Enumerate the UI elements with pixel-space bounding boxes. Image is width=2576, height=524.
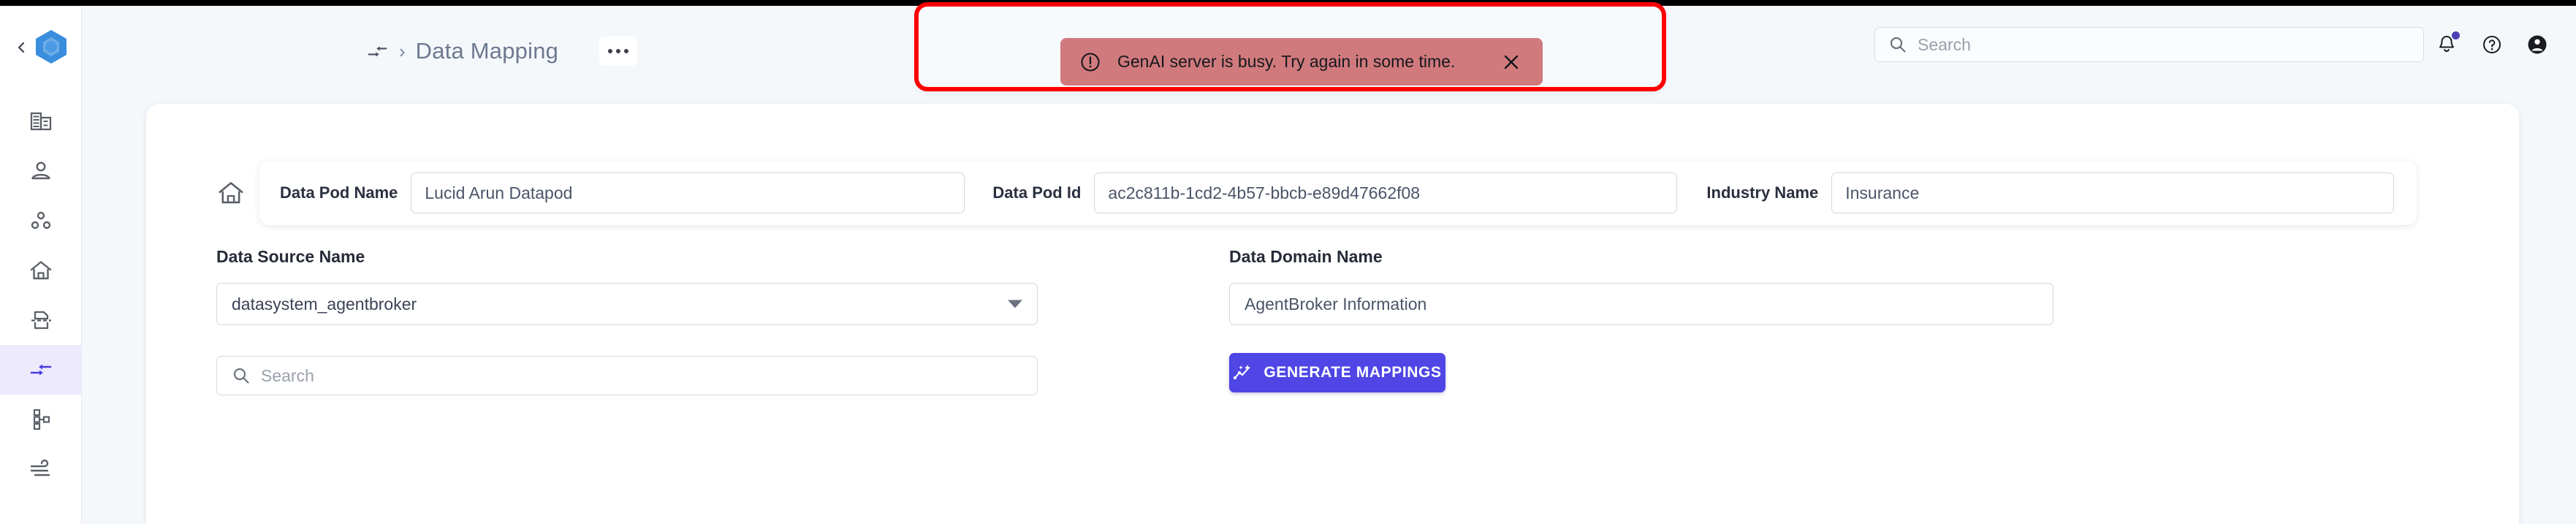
industry-name-input[interactable]: Insurance — [1831, 172, 2395, 213]
hierarchy-tree-icon — [33, 409, 50, 430]
toast-container: GenAI server is busy. Try again in some … — [918, 6, 1663, 89]
pod-info-panel: Data Pod Name Lucid Arun Datapod Data Po… — [259, 161, 2417, 225]
alert-circle-icon — [1081, 53, 1100, 71]
user-profile-icon — [31, 162, 50, 180]
data-mapping-arrows-icon — [30, 364, 51, 376]
industry-name-label: Industry Name — [1706, 183, 1819, 202]
data-pod-name-input[interactable]: Lucid Arun Datapod — [411, 172, 965, 213]
data-domain-name-input[interactable]: AgentBroker Information — [1229, 283, 2053, 325]
document-split-icon — [31, 311, 51, 330]
global-search-placeholder: Search — [1918, 34, 1971, 54]
sidebar-items — [0, 96, 81, 494]
sidebar-item-hierarchy[interactable] — [0, 395, 81, 444]
data-source-name-select[interactable]: datasystem_agentbroker — [216, 283, 1038, 325]
top-black-strip — [0, 0, 2576, 6]
sidebar-header — [0, 0, 81, 94]
field-industry-name: Industry Name Insurance — [1706, 172, 2395, 213]
sparkle-chart-icon — [1234, 365, 1251, 380]
data-pod-id-label: Data Pod Id — [992, 183, 1082, 202]
field-data-pod-name: Data Pod Name Lucid Arun Datapod — [280, 172, 965, 213]
ellipsis-dot — [624, 49, 629, 53]
organization-building-icon — [30, 112, 51, 131]
breadcrumb-more-button[interactable] — [599, 37, 638, 66]
pod-home-button[interactable] — [216, 178, 246, 208]
sidebar-item-data-mapping[interactable] — [0, 345, 81, 395]
help-button[interactable] — [2469, 22, 2515, 67]
toast-message: GenAI server is busy. Try again in some … — [1117, 52, 1456, 71]
sidebar-item-data-flow[interactable] — [0, 444, 81, 494]
field-data-pod-id: Data Pod Id ac2c811b-1cd2-4b57-bbcb-e89d… — [992, 172, 1678, 213]
sidebar-item-clusters[interactable] — [0, 196, 81, 246]
main-content-card: Data Pod Name Lucid Arun Datapod Data Po… — [146, 104, 2519, 524]
close-x-icon — [1504, 55, 1519, 69]
data-source-search-placeholder: Search — [261, 365, 314, 385]
chevron-left-icon[interactable] — [15, 41, 28, 54]
ellipsis-dot — [608, 49, 613, 53]
notification-badge — [2452, 31, 2460, 39]
search-icon — [1890, 37, 1906, 53]
data-domain-column: Data Domain Name AgentBroker Information… — [1229, 247, 2150, 392]
app-logo-hexagon-icon[interactable] — [32, 28, 70, 66]
breadcrumb-separator: › — [399, 40, 406, 62]
generate-mappings-button[interactable]: GENERATE MAPPINGS — [1229, 353, 1445, 392]
data-mapping-arrows-icon — [368, 46, 387, 57]
global-search-input[interactable]: Search — [1874, 27, 2424, 62]
data-pod-id-input[interactable]: ac2c811b-1cd2-4b57-bbcb-e89d47662f08 — [1094, 172, 1678, 213]
error-toast: GenAI server is busy. Try again in some … — [1060, 38, 1543, 86]
chevron-down-icon — [1008, 300, 1022, 308]
ellipsis-dot — [616, 49, 621, 53]
generate-mappings-label: GENERATE MAPPINGS — [1264, 364, 1442, 381]
sidebar — [0, 0, 82, 524]
toast-close-button[interactable] — [1499, 50, 1524, 75]
breadcrumb: › Data Mapping — [367, 37, 638, 66]
sidebar-item-home[interactable] — [0, 246, 81, 295]
data-flow-icon — [30, 459, 50, 476]
header-actions: Search — [1874, 22, 2560, 67]
question-circle-icon — [2483, 36, 2501, 53]
search-icon — [233, 368, 249, 384]
app-root: › Data Mapping Search Data Pod Name Luci… — [0, 0, 2576, 524]
sidebar-item-documents[interactable] — [0, 295, 81, 345]
user-avatar-icon — [2528, 35, 2547, 54]
sidebar-item-organization[interactable] — [0, 96, 81, 146]
sidebar-item-users[interactable] — [0, 146, 81, 196]
nodes-cluster-icon — [31, 211, 50, 229]
data-source-column: Data Source Name datasystem_agentbroker … — [216, 247, 1104, 395]
data-source-name-value: datasystem_agentbroker — [232, 294, 417, 314]
data-domain-name-label: Data Domain Name — [1229, 247, 1383, 266]
home-icon — [30, 261, 51, 280]
data-pod-name-label: Data Pod Name — [280, 183, 398, 202]
data-source-search-input[interactable]: Search — [216, 356, 1038, 395]
user-avatar-button[interactable] — [2515, 22, 2560, 67]
notifications-button[interactable] — [2424, 22, 2469, 67]
home-icon — [219, 182, 243, 204]
page-title: Data Mapping — [415, 38, 559, 64]
data-source-name-label: Data Source Name — [216, 247, 365, 266]
